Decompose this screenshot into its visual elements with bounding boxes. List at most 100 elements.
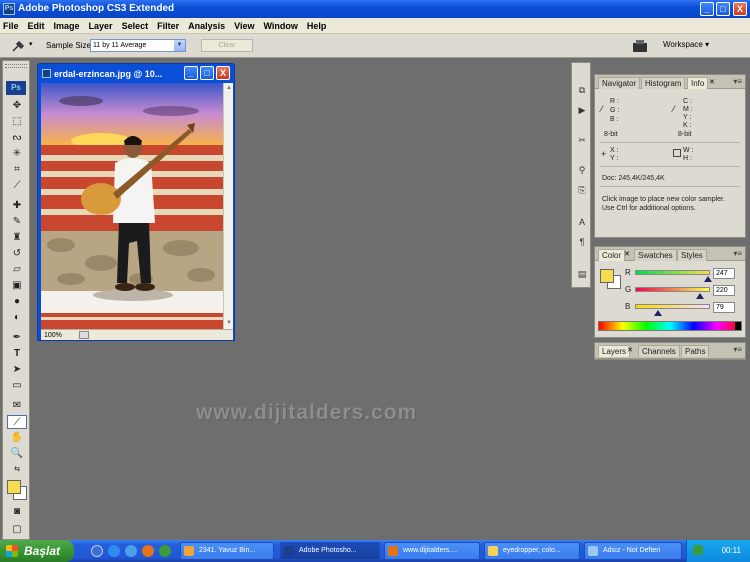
maximize-button[interactable]: □ [716,2,730,16]
tab-color[interactable]: Color [598,249,626,261]
photo-musician-with-saz[interactable] [41,83,223,329]
red-slider-thumb[interactable] [703,276,712,282]
clear-button[interactable]: Clear [201,39,253,52]
start-button[interactable]: Başlat [0,540,74,562]
menu-edit[interactable]: Edit [28,21,45,31]
panel-menu-icon[interactable]: ▾≡ [733,77,742,86]
pen-icon[interactable]: ✒ [7,331,27,345]
taskbar-item[interactable]: Adsız - Not Defteri [584,542,682,560]
menu-view[interactable]: View [234,21,254,31]
eyedropper-icon[interactable] [10,39,26,53]
eyedropper-tool-icon[interactable]: ⟋ [7,415,27,429]
layer-comps-icon[interactable]: ▤ [575,267,589,281]
actions-panel-icon[interactable]: ▶ [575,103,589,117]
green-slider-thumb[interactable] [695,293,704,299]
photoshop-logo[interactable]: Ps [6,81,26,95]
tray-icon[interactable] [693,545,703,555]
tab-info[interactable]: Info [687,77,709,89]
doc-close-button[interactable]: X [216,66,230,80]
character-panel-icon[interactable]: A [575,215,589,229]
media-player-icon[interactable] [125,545,137,557]
zoom-icon[interactable]: 🔍 [7,447,27,461]
workspace-menu[interactable]: Workspace ▾ [663,40,709,49]
document-vertical-scrollbar[interactable]: ▲ ▼ [223,83,233,329]
scroll-up-icon[interactable]: ▲ [225,84,233,92]
taskbar-item[interactable]: eyedropper, colo... [484,542,580,560]
tab-histogram[interactable]: Histogram [641,77,686,89]
brushes-panel-icon[interactable]: ⚲ [575,163,589,177]
menu-file[interactable]: File [3,21,19,31]
taskbar-item[interactable]: 2341. Yavuz Bin... [180,542,274,560]
layers-panel-menu-icon[interactable]: ▾≡ [733,345,742,354]
color-spectrum-bar[interactable] [598,321,742,331]
tool-presets-icon[interactable]: ✂ [575,133,589,147]
blue-value-field[interactable]: 79 [713,302,735,313]
eraser-icon[interactable]: ▱ [7,263,27,277]
layers-tab-close-icon[interactable]: ✕ [627,346,633,354]
crop-icon[interactable]: ⌗ [7,163,27,177]
tab-styles[interactable]: Styles [677,249,707,261]
blur-icon[interactable]: ● [7,295,27,309]
red-value-field[interactable]: 247 [713,268,735,279]
messenger-icon[interactable] [159,545,171,557]
shape-icon[interactable]: ▭ [7,379,27,393]
healing-brush-icon[interactable]: ✚ [7,199,27,213]
hand-icon[interactable]: ✋ [7,431,27,445]
menu-help[interactable]: Help [307,21,327,31]
menu-window[interactable]: Window [264,21,298,31]
taskbar-item[interactable]: www.dijitalders.... [384,542,480,560]
menu-image[interactable]: Image [54,21,80,31]
zoom-level[interactable]: 100% [44,332,62,339]
path-selection-icon[interactable]: ➤ [7,363,27,377]
blue-slider-thumb[interactable] [654,310,663,316]
toolbox-grip[interactable] [5,64,27,68]
swap-colors-icon[interactable]: ⇆ [7,463,27,477]
firefox-icon[interactable] [142,545,154,557]
scroll-down-icon[interactable]: ▼ [225,319,233,327]
gradient-icon[interactable]: ▣ [7,279,27,293]
red-slider-track[interactable] [635,270,710,275]
clone-stamp-icon[interactable]: ♜ [7,231,27,245]
minimize-button[interactable]: _ [700,2,714,16]
notes-icon[interactable]: ✉ [7,399,27,413]
move-icon[interactable]: ✥ [7,99,27,113]
history-panel-icon[interactable]: ⧉ [575,83,589,97]
lasso-icon[interactable]: ᔓ [7,131,27,145]
tab-navigator[interactable]: Navigator [598,77,641,89]
internet-explorer-icon[interactable] [108,545,120,557]
screen-mode-icon[interactable]: ▢ [7,523,27,537]
tab-layers[interactable]: Layers [598,345,631,357]
tab-close-icon[interactable]: ✕ [709,78,715,86]
marquee-icon[interactable]: ⬚ [7,115,27,129]
tab-channels[interactable]: Channels [638,345,680,357]
green-slider-track[interactable] [635,287,710,292]
green-value-field[interactable]: 220 [713,285,735,296]
type-icon[interactable]: T [7,347,27,361]
tab-swatches[interactable]: Swatches [634,249,677,261]
taskbar-item[interactable]: Adobe Photosho... [280,542,380,560]
blue-slider-track[interactable] [635,304,710,309]
status-menu-icon[interactable] [79,331,89,339]
tab-paths[interactable]: Paths [681,345,710,357]
menu-select[interactable]: Select [122,21,149,31]
doc-minimize-button[interactable]: _ [184,66,198,80]
magic-wand-icon[interactable]: ✳ [7,147,27,161]
menu-filter[interactable]: Filter [157,21,179,31]
dodge-icon[interactable]: ◐ [7,311,27,325]
image-canvas[interactable] [41,83,223,329]
doc-maximize-button[interactable]: □ [200,66,214,80]
foreground-color-swatch[interactable] [7,480,21,494]
show-desktop-icon[interactable] [91,545,103,557]
clock[interactable]: 00:11 [722,546,741,555]
color-panel-menu-icon[interactable]: ▾≡ [733,249,742,258]
paragraph-panel-icon[interactable]: ¶ [575,235,589,249]
slice-icon[interactable]: ⟋ [7,179,27,193]
menu-analysis[interactable]: Analysis [188,21,225,31]
color-panel-fg-swatch[interactable] [600,269,614,283]
sample-size-select[interactable]: 11 by 11 Average ▼ [90,39,186,52]
brush-icon[interactable]: ✎ [7,215,27,229]
quick-mask-icon[interactable]: ◙ [7,505,27,519]
clone-source-icon[interactable]: ⎘ [575,183,589,197]
history-brush-icon[interactable]: ↺ [7,247,27,261]
tool-preset-chevron-icon[interactable]: ▾ [29,40,33,48]
